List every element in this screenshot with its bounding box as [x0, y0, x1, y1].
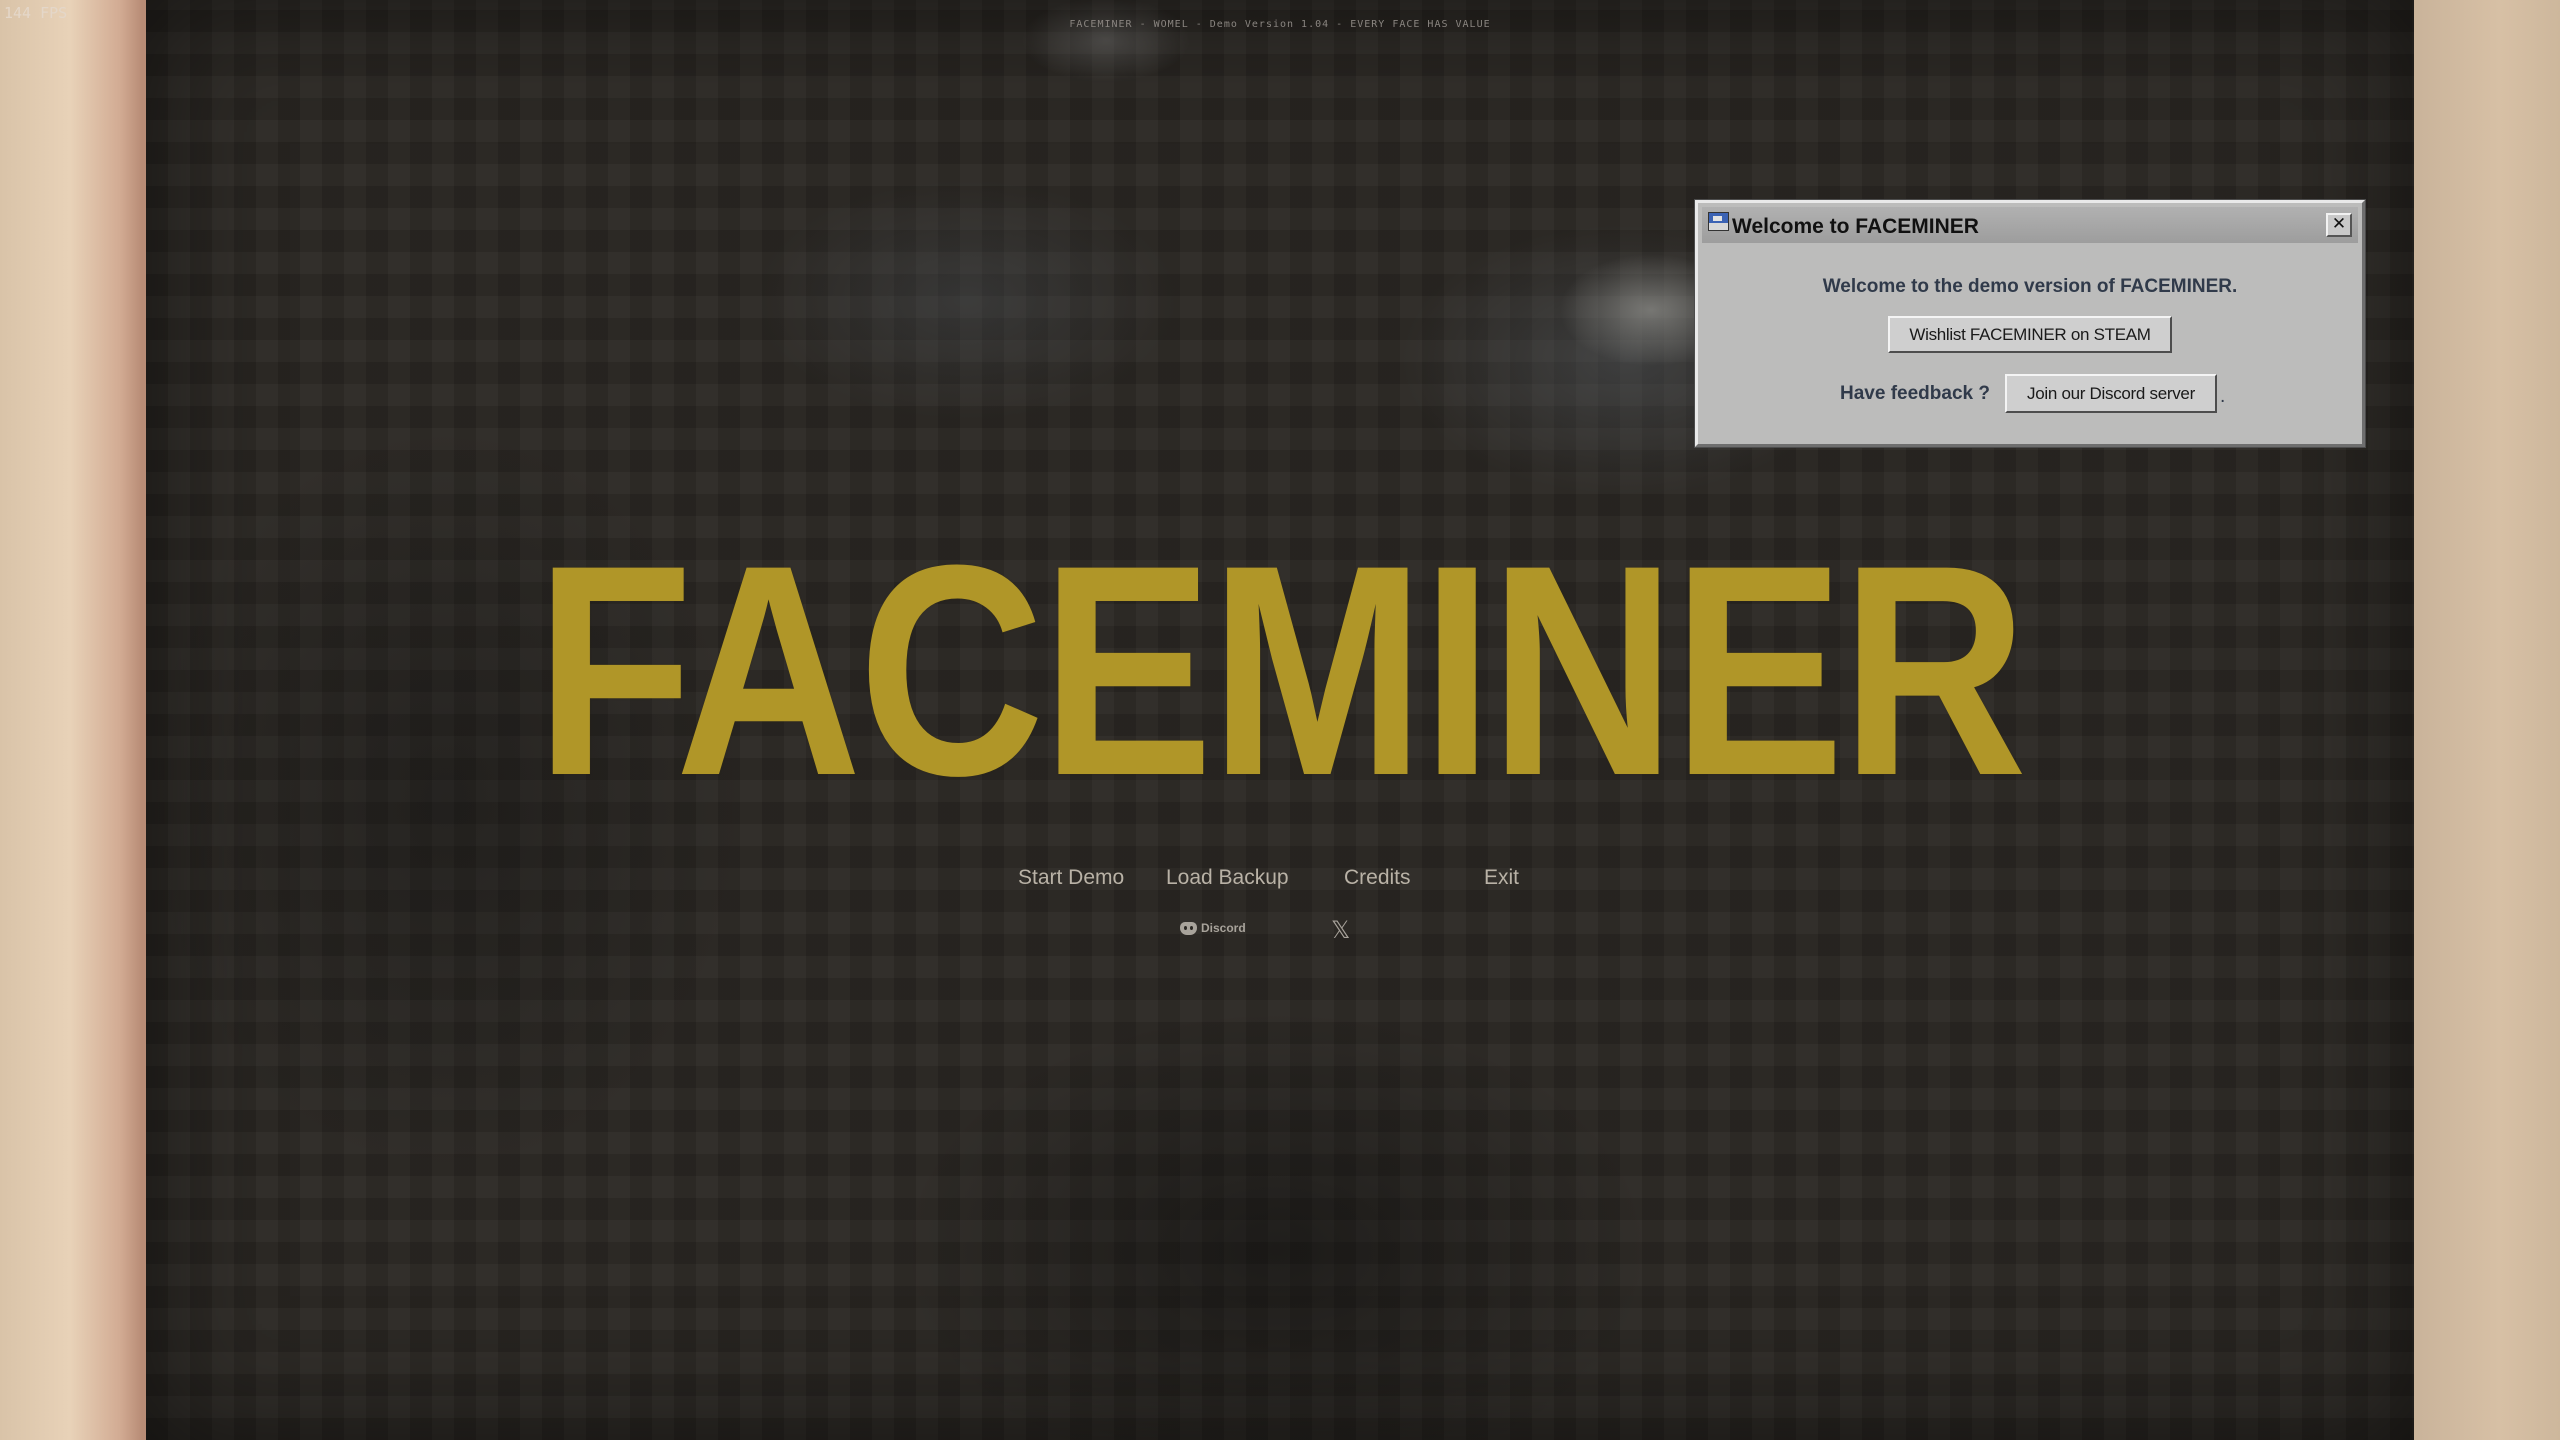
join-discord-button[interactable]: Join our Discord server: [2005, 374, 2217, 413]
dialog-title: Welcome to FACEMINER: [1732, 215, 1979, 238]
dialog-title-bar[interactable]: Welcome to FACEMINER ✕: [1702, 207, 2358, 243]
discord-label: Discord: [1201, 921, 1246, 935]
menu-load-backup[interactable]: Load Backup: [1166, 866, 1289, 890]
main-menu: Start Demo Load Backup Credits Exit: [146, 866, 2414, 896]
x-twitter-icon[interactable]: 𝕏: [1331, 916, 1350, 944]
game-logo: FACEMINER: [304, 520, 2254, 820]
menu-credits[interactable]: Credits: [1344, 866, 1411, 890]
close-icon[interactable]: ✕: [2326, 213, 2352, 237]
dialog-message: Welcome to the demo version of FACEMINER…: [1822, 276, 2238, 297]
wishlist-steam-button[interactable]: Wishlist FACEMINER on STEAM: [1888, 316, 2172, 353]
menu-start-demo[interactable]: Start Demo: [1018, 866, 1124, 890]
feedback-trailing: .: [2220, 386, 2226, 407]
discord-icon: [1180, 921, 1197, 935]
logo-text: FACEMINER: [535, 502, 2027, 838]
feedback-label: Have feedback ?: [1840, 383, 1990, 404]
computer-icon: [1708, 212, 1729, 231]
welcome-dialog: Welcome to FACEMINER ✕ Welcome to the de…: [1695, 200, 2365, 447]
social-links: Discord 𝕏: [146, 916, 2414, 944]
menu-exit[interactable]: Exit: [1484, 866, 1519, 890]
fps-counter: 144 FPS: [4, 4, 68, 22]
discord-link[interactable]: Discord: [1180, 921, 1246, 935]
version-line: FACEMINER - WOMEL - Demo Version 1.04 - …: [1069, 19, 1491, 30]
